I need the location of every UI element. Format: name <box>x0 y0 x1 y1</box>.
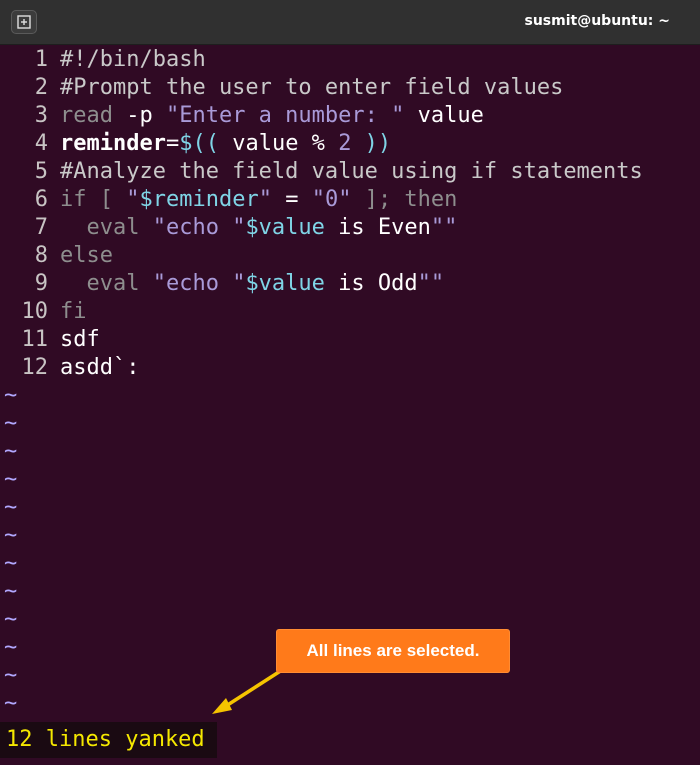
line-number: 7 <box>34 215 48 240</box>
code-token: read <box>60 103 113 128</box>
code-token: "" <box>417 271 445 296</box>
code-line[interactable]: 4 reminder=$(( value % 2 )) <box>0 130 391 158</box>
code-line[interactable]: 12 asdd`: <box>0 354 140 382</box>
new-tab-icon <box>17 15 31 29</box>
code-line[interactable]: 7 eval "echo "$value is Even"" <box>0 214 458 242</box>
annotation-callout: All lines are selected. <box>277 630 509 672</box>
code-line[interactable]: 6 if [ "$reminder" = "0" ]; then <box>0 186 458 214</box>
status-message: 12 lines yanked <box>0 722 217 758</box>
code-token: else <box>60 243 113 268</box>
code-token: is Odd <box>324 271 418 296</box>
code-token: #Prompt the user to enter field values <box>60 75 564 100</box>
code-token: $value <box>245 215 325 240</box>
line-number: 10 <box>21 299 49 324</box>
code-token: )) <box>351 131 392 156</box>
code-line[interactable]: 2 #Prompt the user to enter field values <box>0 74 564 102</box>
empty-line-marker: ~ <box>4 635 18 660</box>
code-token: "0" <box>311 187 352 212</box>
code-token: eval <box>60 271 153 296</box>
line-number: 11 <box>21 327 49 352</box>
line-number: 5 <box>34 159 48 184</box>
empty-line-marker: ~ <box>4 691 18 716</box>
line-number: 1 <box>34 47 48 72</box>
line-number: 8 <box>34 243 48 268</box>
code-token: = <box>271 187 312 212</box>
code-line[interactable]: 8 else <box>0 242 113 270</box>
empty-line-marker: ~ <box>4 607 18 632</box>
empty-line-marker: ~ <box>4 579 18 604</box>
code-token: value <box>404 103 484 128</box>
code-token: asdd`: <box>60 355 140 380</box>
code-line[interactable]: 10 fi <box>0 298 87 326</box>
line-number: 3 <box>34 103 48 128</box>
code-token: " <box>258 187 272 212</box>
code-token: fi <box>60 299 87 324</box>
empty-line-marker: ~ <box>4 495 18 520</box>
window-title: susmit@ubuntu: ~ <box>524 13 671 29</box>
code-token: sdf <box>60 327 100 352</box>
code-token: is Even <box>324 215 431 240</box>
empty-line-marker: ~ <box>4 663 18 688</box>
code-line[interactable]: 3 read -p "Enter a number: " value <box>0 102 484 130</box>
line-number: 6 <box>34 187 48 212</box>
line-number: 12 <box>21 355 49 380</box>
empty-line-marker: ~ <box>4 411 18 436</box>
code-line[interactable]: 1 #!/bin/bash <box>0 46 206 74</box>
code-line[interactable]: 9 eval "echo "$value is Odd"" <box>0 270 444 298</box>
empty-line-marker: ~ <box>4 383 18 408</box>
code-token: ]; then <box>351 187 458 212</box>
window-titlebar: susmit@ubuntu: ~ <box>0 0 700 45</box>
empty-line-marker: ~ <box>4 523 18 548</box>
line-number: 4 <box>34 131 48 156</box>
code-token: #!/bin/bash <box>60 47 206 72</box>
empty-line-marker: ~ <box>4 439 18 464</box>
empty-line-marker: ~ <box>4 551 18 576</box>
code-token: $(( <box>179 131 219 156</box>
empty-line-marker: ~ <box>4 467 18 492</box>
code-token: -p <box>112 103 166 128</box>
code-token: "" <box>430 215 458 240</box>
status-bar: 12 lines yanked <box>0 722 700 765</box>
code-token: #Analyze the field value using if statem… <box>60 159 643 184</box>
new-tab-button[interactable] <box>11 10 37 34</box>
line-number: 9 <box>34 271 48 296</box>
code-line[interactable]: 5 #Analyze the field value using if state… <box>0 158 643 186</box>
code-token: "echo " <box>152 215 246 240</box>
code-token: if [ <box>60 187 127 212</box>
code-token: value % <box>218 131 339 156</box>
code-token: eval <box>60 215 153 240</box>
code-token: "echo " <box>152 271 246 296</box>
code-line[interactable]: 11 sdf <box>0 326 100 354</box>
code-token: "Enter a number: " <box>165 103 405 128</box>
code-token: $value <box>245 271 325 296</box>
code-token: " <box>126 187 140 212</box>
code-token: 2 <box>338 131 352 156</box>
vim-editor[interactable]: 1 #!/bin/bash 2 #Prompt the user to enter f… <box>0 44 700 722</box>
code-token: $reminder <box>139 187 259 212</box>
code-token: = <box>165 131 180 156</box>
code-token: reminder <box>60 131 166 156</box>
line-number: 2 <box>34 75 48 100</box>
